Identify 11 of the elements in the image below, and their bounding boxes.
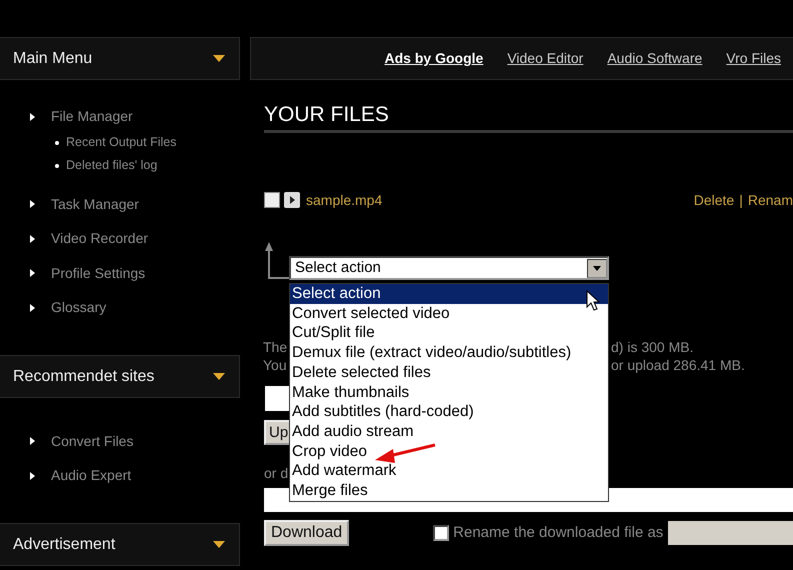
separator-text: | [739,190,743,210]
info-text: You [263,357,287,373]
panel-title: Advertisement [13,534,116,554]
page-heading: YOUR FILES [264,102,793,133]
panel-title: Main Menu [13,48,92,68]
rename-label: Rename the downloaded file as [453,522,664,543]
panel-title: Recommendet sites [13,366,154,386]
info-text: The [263,339,288,355]
info-text: d) is 300 MB. [611,339,694,355]
info-text: or upload 286.41 MB. [611,357,745,373]
or-text: or d [264,464,288,483]
